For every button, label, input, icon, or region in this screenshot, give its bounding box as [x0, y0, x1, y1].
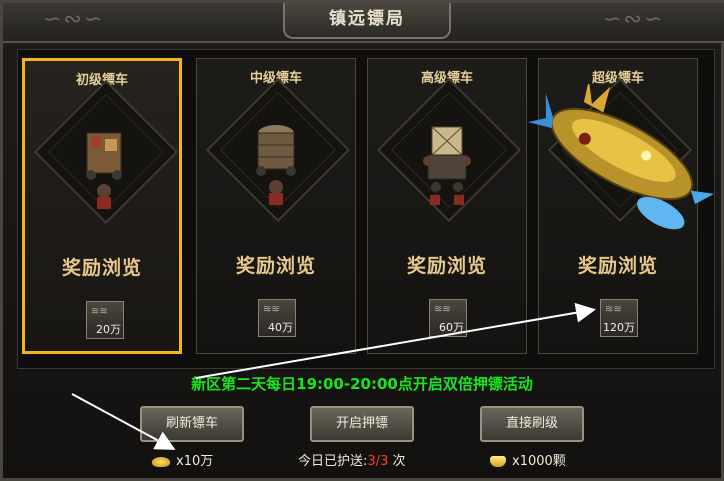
arrow-to-refresh-cost — [71, 393, 176, 450]
annotation-arrows — [71, 302, 596, 450]
arrow-to-super-reward — [195, 302, 596, 379]
